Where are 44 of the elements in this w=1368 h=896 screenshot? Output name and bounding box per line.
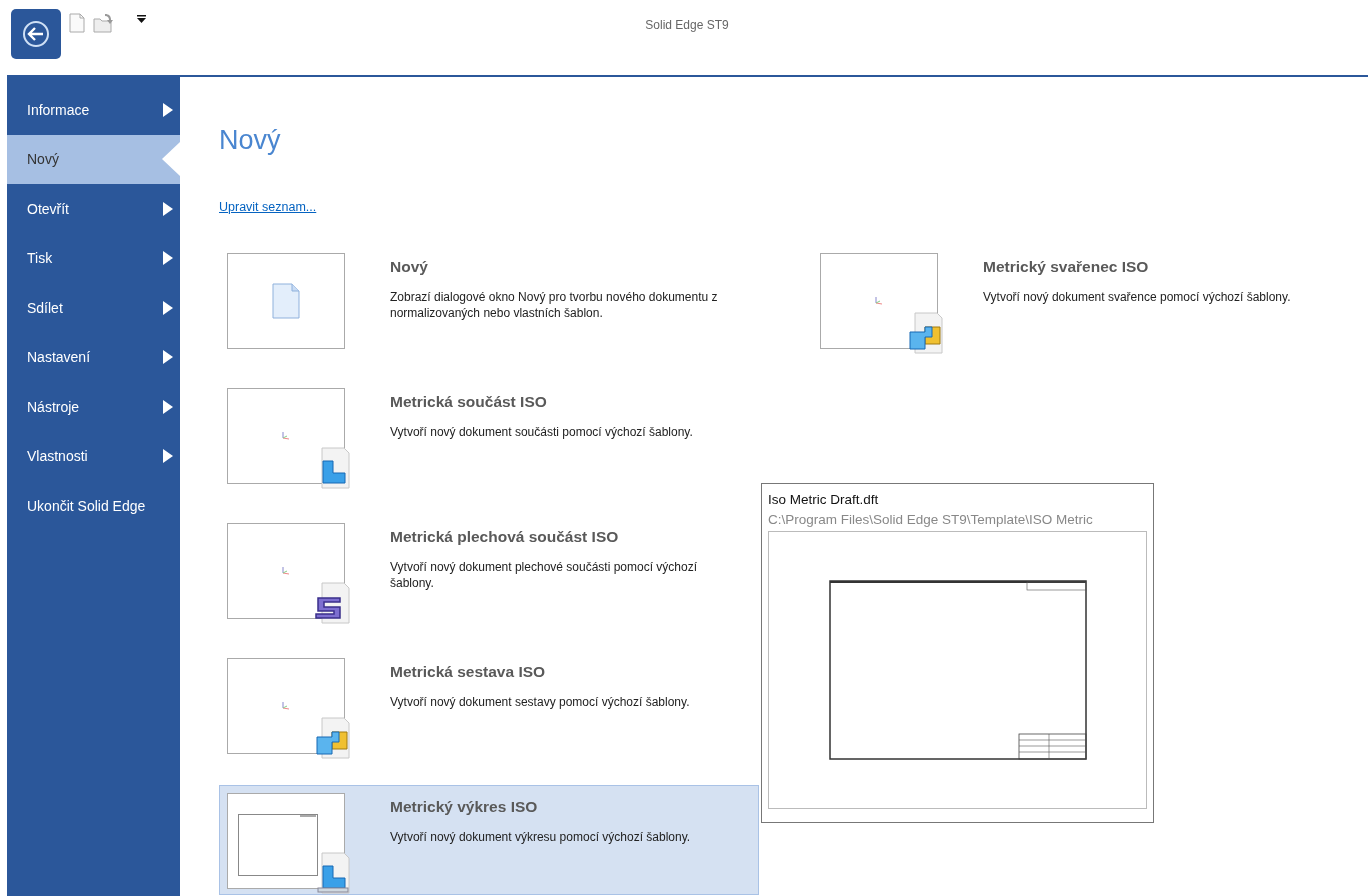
document-icon [272, 283, 300, 319]
axes-icon [282, 702, 290, 710]
tooltip-title: Iso Metric Draft.dft [768, 492, 880, 507]
dropdown-caret-icon[interactable] [137, 15, 146, 23]
sidebar-item[interactable]: Nový [7, 134, 180, 184]
template-item[interactable]: Metrická sestava ISO Vytvoří nový dokument sestavy pomocí výchozí šablony. [219, 650, 759, 760]
template-item[interactable]: Nový Zobrazí dialogové okno Nový pro tvorbu nového dokumentu z normalizovaných nebo vlastních šablon. [219, 245, 759, 355]
template-description: Vytvoří nový dokument svařence pomocí výchozí šablony. [983, 290, 1291, 306]
template-description: Vytvoří nový dokument sestavy pomocí výchozí šablony. [390, 695, 690, 711]
selection-notch-icon [162, 142, 180, 177]
template-description: Vytvoří nový dokument plechové součásti pomocí výchozí šablony. [390, 560, 699, 592]
axes-icon [875, 297, 883, 305]
open-folder-icon[interactable] [93, 13, 115, 33]
back-button[interactable] [11, 9, 61, 59]
template-title: Metrický svařenec ISO [983, 258, 1150, 276]
sheet-metal-document-icon [314, 582, 350, 624]
template-description: Zobrazí dialogové okno Nový pro tvorbu nového dokumentu z normalizovaných nebo vlastních šablon. [390, 290, 719, 322]
sidebar-item[interactable]: Vlastnosti [7, 431, 180, 481]
template-description: Vytvoří nový dokument součásti pomocí výchozí šablony. [390, 425, 693, 441]
page-title: Nový [219, 125, 282, 157]
template-title: Metrická součást ISO [390, 393, 548, 411]
sidebar-item[interactable]: Nástroje [7, 382, 180, 432]
sidebar-item[interactable]: Nastavení [7, 332, 180, 382]
template-title: Nový [390, 258, 429, 276]
sidebar-item[interactable]: Sdílet [7, 283, 180, 333]
sidebar-item[interactable]: Tisk [7, 233, 180, 283]
template-item[interactable]: Metrická součást ISO Vytvoří nový dokument součásti pomocí výchozí šablony. [219, 380, 759, 490]
sidebar-item[interactable]: Otevřít [7, 184, 180, 234]
template-title: Metrická plechová součást ISO [390, 528, 620, 546]
template-item[interactable]: Metrický svařenec ISO Vytvoří nový dokument svařence pomocí výchozí šablony. [812, 245, 1368, 355]
template-item[interactable]: Metrická plechová součást ISO Vytvoří nový dokument plechové součásti pomocí výchozí šablony. [219, 515, 759, 625]
template-item[interactable]: Metrický výkres ISO Vytvoří nový dokument výkresu pomocí výchozí šablony. [219, 785, 759, 895]
window-title: Solid Edge ST9 [645, 18, 729, 32]
axes-icon [282, 432, 290, 440]
axes-icon [282, 567, 290, 575]
edit-list-link[interactable]: Upravit seznam... [219, 200, 317, 214]
assembly-document-icon [314, 717, 350, 759]
tooltip-path: C:\Program Files\Solid Edge ST9\Template\ISO Metric [768, 512, 1094, 527]
weldment-document-icon [907, 312, 943, 354]
template-title: Metrický výkres ISO [390, 798, 539, 816]
template-description: Vytvoří nový dokument výkresu pomocí výchozí šablony. [390, 830, 691, 846]
sidebar-item[interactable]: Ukončit Solid Edge [7, 481, 180, 531]
sidebar-item[interactable]: Informace [7, 85, 180, 135]
template-title: Metrická sestava ISO [390, 663, 547, 681]
